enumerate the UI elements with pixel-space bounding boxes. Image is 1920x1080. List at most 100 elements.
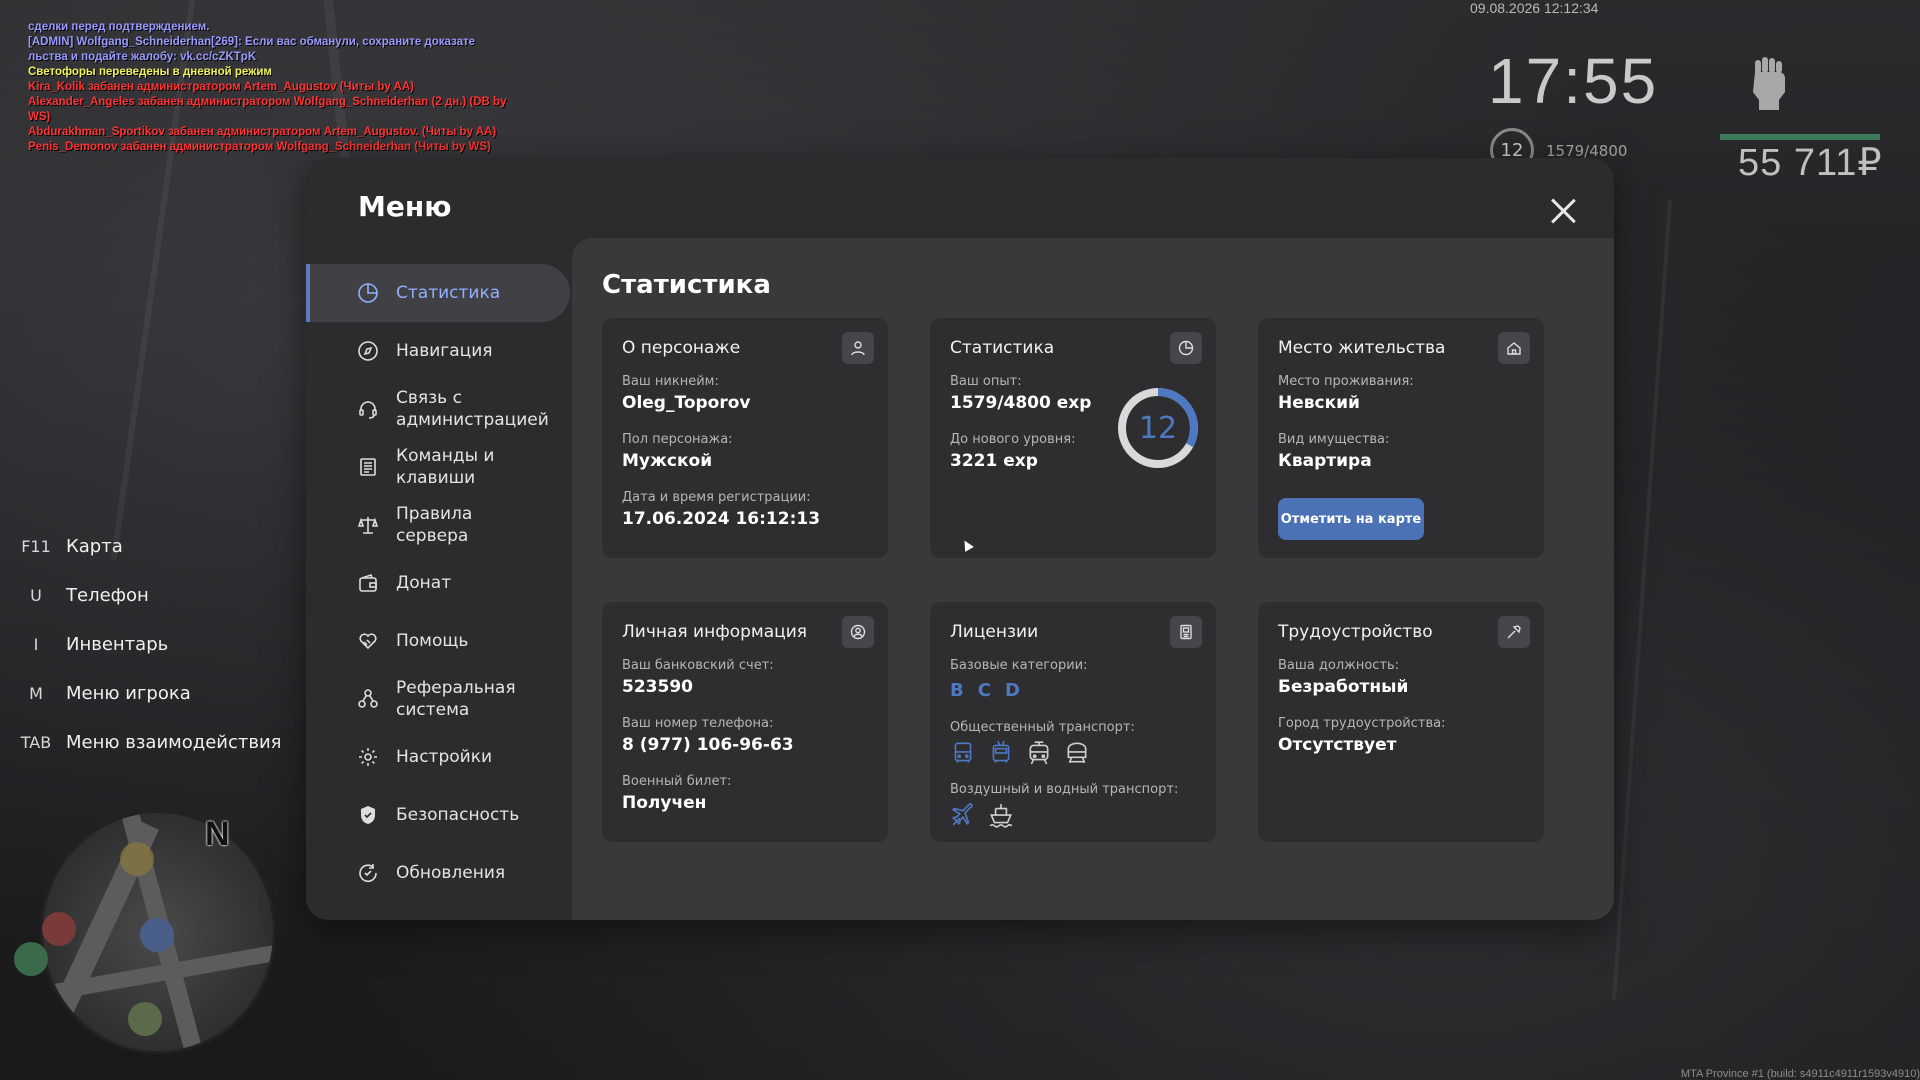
keyhint-phone: U Телефон (16, 571, 281, 620)
field-gender: Пол персонажа: Мужской (622, 432, 733, 471)
key-action: Меню взаимодействия (66, 732, 282, 753)
field-value: Квартира (1278, 451, 1372, 471)
hud-money: 55 711₽ (1738, 142, 1883, 184)
field-value: Отсутствует (1278, 735, 1397, 755)
field-nickname: Ваш никнейм: Oleg_Toporov (622, 374, 751, 413)
sidebar-item-label: Правила сервера (396, 504, 473, 546)
field-label: Базовые категории: (950, 658, 1088, 673)
field-bank-account: Ваш банковский счет: 523590 (622, 658, 774, 697)
sidebar-item-security[interactable]: Безопасность (306, 786, 570, 844)
field-label: Военный билет: (622, 774, 732, 789)
license-category: B (950, 680, 964, 701)
field-property-type: Вид имущества: Квартира (1278, 432, 1389, 471)
field-value: 3221 exp (950, 451, 1038, 471)
headset-icon (356, 397, 380, 421)
sidebar-item-label: Навигация (396, 341, 493, 361)
sidebar-item-donate[interactable]: Донат (306, 554, 570, 612)
field-label: Ваш опыт: (950, 374, 1022, 389)
card-title: Личная информация (622, 622, 808, 642)
chat-line: [ADMIN] Wolfgang_Schneiderhan[269]: Если… (28, 36, 476, 63)
public-transport-icons (950, 740, 1090, 766)
sidebar-item-commands[interactable]: Команды и клавиши (306, 438, 570, 496)
sidebar-item-help[interactable]: Помощь (306, 612, 570, 670)
key-label: U (30, 586, 42, 605)
close-button[interactable] (1546, 194, 1580, 228)
field-registration: Дата и время регистрации: 17.06.2024 16:1… (622, 490, 820, 529)
field-label: Дата и время регистрации: (622, 490, 811, 505)
field-air-water-transport: Воздушный и водный транспорт: (950, 782, 1178, 797)
refresh-check-icon (356, 861, 380, 885)
key-label: TAB (20, 733, 52, 752)
sidebar-item-updates[interactable]: Обновления (306, 844, 570, 902)
field-value: 17.06.2024 16:12:13 (622, 509, 821, 529)
chat-line: Abdurakhman_Sportikov забанен администра… (28, 126, 497, 138)
air-water-transport-icons (950, 802, 1014, 828)
card-personal-info: Личная информация Ваш банковский счет: 52… (602, 602, 888, 842)
gear-icon (356, 745, 380, 769)
field-public-transport: Общественный транспорт: (950, 720, 1135, 735)
sidebar-item-label: Безопасность (396, 805, 520, 825)
license-category: D (1004, 680, 1020, 701)
sidebar-item-label: Настройки (396, 747, 493, 767)
sidebar-item-label: Помощь (396, 631, 469, 651)
card-residence: Место жительства Место проживания: Невски… (1258, 318, 1544, 558)
sidebar-item-label: Реферальная система (396, 678, 516, 720)
chat-line: сделки перед подтверждением. (28, 21, 210, 33)
key-action: Инвентарь (66, 634, 169, 655)
field-label: Место проживания: (1278, 374, 1414, 389)
card-licenses: Лицензии Базовые категории: B C D Общест… (930, 602, 1216, 842)
sidebar-item-label: Команды и клавиши (396, 446, 495, 488)
key-action: Карта (66, 536, 123, 557)
sidebar-item-statistics[interactable]: Статистика (306, 264, 570, 322)
field-value: 1579/4800 exp (950, 393, 1092, 413)
sidebar-item-settings[interactable]: Настройки (306, 728, 570, 786)
field-exp: Ваш опыт: 1579/4800 exp (950, 374, 1091, 413)
bus-icon (954, 742, 972, 763)
level-number: 12 (1138, 410, 1178, 446)
scales-icon (356, 513, 380, 537)
document-list-icon (356, 455, 380, 479)
field-label: Ваш банковский счет: (622, 658, 774, 673)
keyhint-map: F11 Карта (16, 522, 281, 571)
field-phone: Ваш номер телефона: 8 (977) 106-96-63 (622, 716, 794, 755)
keyhint-inventory: I Инвентарь (16, 620, 281, 669)
card-title: Трудоустройство (1278, 622, 1433, 642)
sidebar-item-admin-contact[interactable]: Связь с администрацией (306, 380, 570, 438)
people-network-icon (356, 687, 380, 711)
map-north-indicator: N (205, 815, 230, 853)
key-label: M (29, 684, 43, 703)
field-label: Пол персонажа: (622, 432, 733, 447)
trolleybus-icon (992, 740, 1010, 763)
card-title: Место жительства (1278, 338, 1446, 358)
page-title: Статистика (602, 270, 771, 300)
sidebar: Статистика Навигация Связь с администрац… (306, 264, 570, 902)
build-info: MTA Province #1 (build: s4911c4911r1593v… (1680, 1068, 1920, 1080)
pie-chart-icon (1170, 332, 1202, 364)
keyhint-interaction-menu: TAB Меню взаимодействия (16, 718, 282, 767)
field-base-categories: Базовые категории: (950, 658, 1088, 673)
field-label: Город трудоустройства: (1278, 716, 1446, 731)
background-structure (1612, 200, 1672, 1000)
handshake-heart-icon (356, 629, 380, 653)
sidebar-item-rules[interactable]: Правила сервера (306, 496, 570, 554)
field-label: Воздушный и водный транспорт: (950, 782, 1179, 797)
license-category: C (977, 680, 991, 701)
field-position: Ваша должность: Безработный (1278, 658, 1408, 697)
card-title: Лицензии (950, 622, 1039, 642)
fist-icon (1753, 57, 1785, 110)
key-label: I (33, 635, 39, 654)
key-hints: F11 Карта U Телефон I Инвентарь M Меню игрок… (16, 522, 282, 767)
mark-on-map-button[interactable]: Отметить на карте (1278, 498, 1424, 540)
card-character: О персонаже Ваш никнейм: Oleg_Toporov Пол… (602, 318, 888, 558)
field-label: Общественный транспорт: (950, 720, 1135, 735)
field-work-city: Город трудоустройства: Отсутствует (1278, 716, 1445, 755)
pie-chart-icon (356, 281, 380, 305)
chat-log: сделки перед подтверждением. [ADMIN] Wol… (28, 20, 508, 155)
field-label: Ваш номер телефона: (622, 716, 774, 731)
shield-icon (356, 803, 380, 827)
chat-line: Светофоры переведены в дневной режим (28, 66, 272, 78)
sidebar-item-referral[interactable]: Реферальная система (306, 670, 570, 728)
field-value: Мужской (622, 451, 713, 471)
tram-icon (1029, 741, 1049, 765)
sidebar-item-navigation[interactable]: Навигация (306, 322, 570, 380)
